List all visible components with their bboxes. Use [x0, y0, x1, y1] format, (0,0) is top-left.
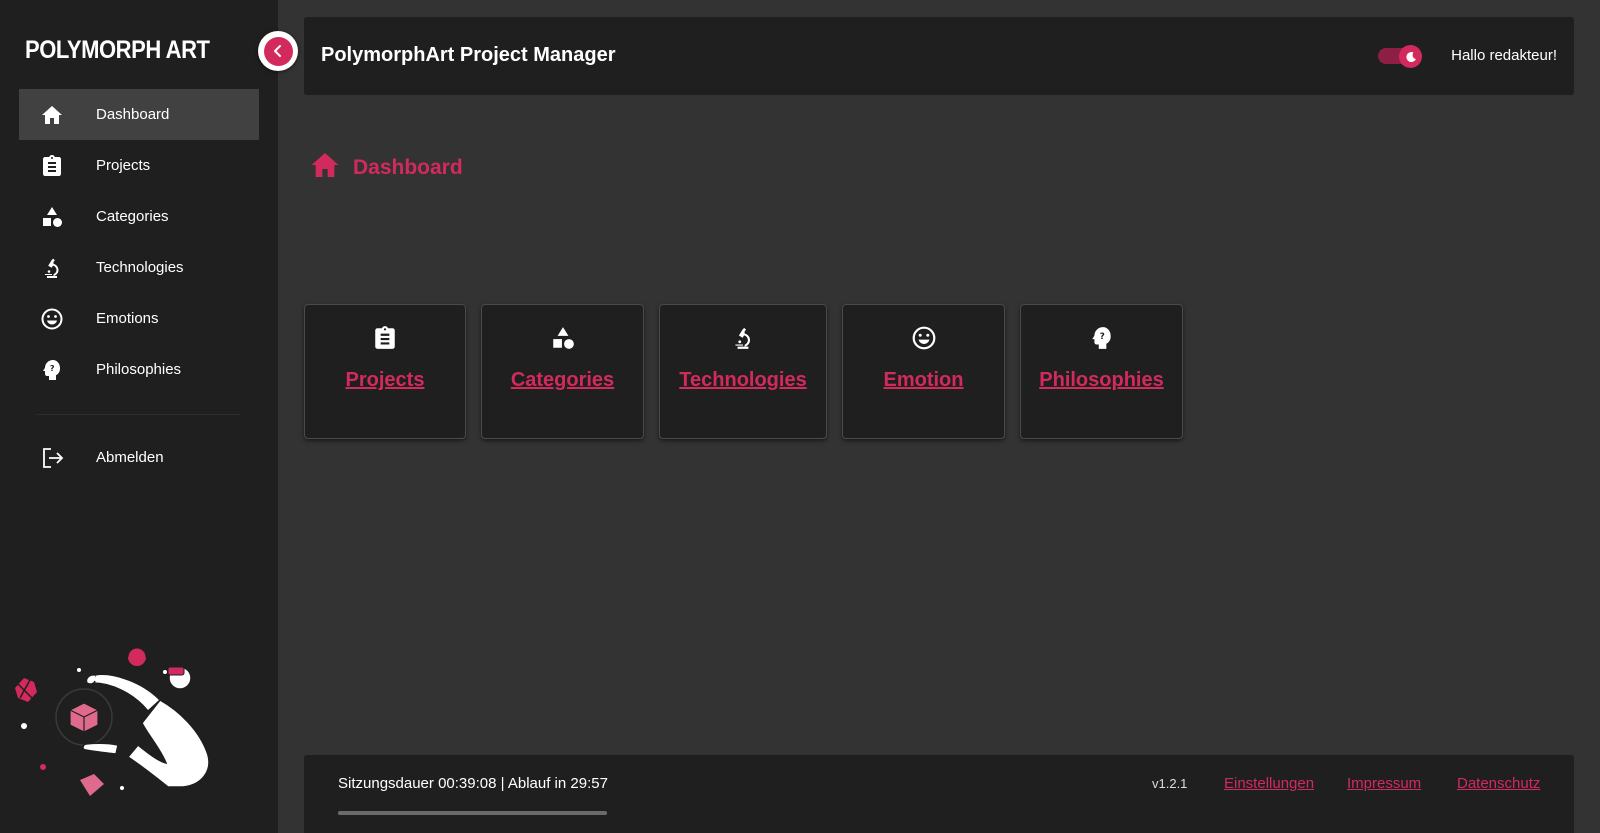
card-emotion[interactable]: Emotion — [842, 304, 1005, 439]
card-technologies[interactable]: Technologies — [659, 304, 827, 439]
logout-icon — [37, 446, 67, 470]
sidebar-divider — [36, 414, 240, 415]
page-heading-label: Dashboard — [353, 156, 463, 179]
thinking-head-icon — [37, 358, 67, 382]
card-categories[interactable]: Categories — [481, 304, 644, 439]
session-progress-fill — [338, 811, 607, 815]
smiley-icon — [37, 307, 67, 331]
shapes-icon — [550, 323, 576, 353]
home-icon — [308, 149, 342, 187]
sidebar-item-label: Categories — [96, 208, 169, 225]
home-icon — [37, 103, 67, 127]
dark-mode-toggle[interactable] — [1378, 45, 1422, 68]
sidebar-item-label: Emotions — [96, 310, 159, 327]
app-version: v1.2.1 — [1152, 776, 1188, 791]
vr-person-illustration — [10, 640, 240, 805]
sidebar-item-label: Technologies — [96, 259, 184, 276]
smiley-icon — [911, 323, 937, 353]
sidebar-item-categories[interactable]: Categories — [19, 191, 259, 242]
card-link-categories[interactable]: Categories — [511, 369, 614, 392]
chevron-left-icon — [263, 36, 293, 66]
card-link-emotion[interactable]: Emotion — [884, 369, 964, 392]
settings-link[interactable]: Einstellungen — [1224, 775, 1314, 792]
card-philosophies[interactable]: Philosophies — [1020, 304, 1183, 439]
sidebar: POLYMORPH ART Dashboard Projects Categor… — [0, 0, 278, 833]
session-timer: Sitzungsdauer 00:39:08 | Ablauf in 29:57 — [338, 775, 608, 792]
app-logo[interactable]: POLYMORPH ART — [25, 36, 210, 65]
microscope-icon — [37, 256, 67, 280]
imprint-link[interactable]: Impressum — [1347, 775, 1421, 792]
card-link-technologies[interactable]: Technologies — [679, 369, 806, 392]
card-link-projects[interactable]: Projects — [346, 369, 425, 392]
session-progress-bar — [338, 811, 607, 815]
footer: Sitzungsdauer 00:39:08 | Ablauf in 29:57… — [304, 755, 1574, 833]
clipboard-icon — [372, 323, 398, 353]
logout-section: Abmelden — [19, 432, 259, 483]
sidebar-item-technologies[interactable]: Technologies — [19, 242, 259, 293]
microscope-icon — [730, 323, 756, 353]
sidebar-item-label: Philosophies — [96, 361, 182, 378]
shapes-icon — [37, 205, 67, 229]
page-title: PolymorphArt Project Manager — [321, 44, 616, 66]
moon-icon — [1399, 45, 1422, 68]
sidebar-nav: Dashboard Projects Categories Technologi… — [19, 89, 259, 395]
clipboard-icon — [37, 154, 67, 178]
sidebar-item-dashboard[interactable]: Dashboard — [19, 89, 259, 140]
sidebar-item-label: Dashboard — [96, 106, 170, 123]
thinking-head-icon — [1089, 323, 1115, 353]
user-greeting: Hallo redakteur! — [1451, 47, 1557, 64]
card-projects[interactable]: Projects — [304, 304, 466, 439]
sidebar-item-emotions[interactable]: Emotions — [19, 293, 259, 344]
top-header: PolymorphArt Project Manager Hallo redak… — [304, 17, 1574, 95]
privacy-link[interactable]: Datenschutz — [1457, 775, 1540, 792]
sidebar-item-projects[interactable]: Projects — [19, 140, 259, 191]
sidebar-item-label: Projects — [96, 157, 151, 174]
sidebar-item-philosophies[interactable]: Philosophies — [19, 344, 259, 395]
logout-label: Abmelden — [96, 449, 164, 466]
page-heading: Dashboard — [308, 149, 463, 187]
logout-button[interactable]: Abmelden — [19, 432, 259, 483]
card-link-philosophies[interactable]: Philosophies — [1039, 369, 1163, 392]
collapse-sidebar-button[interactable] — [258, 31, 298, 71]
